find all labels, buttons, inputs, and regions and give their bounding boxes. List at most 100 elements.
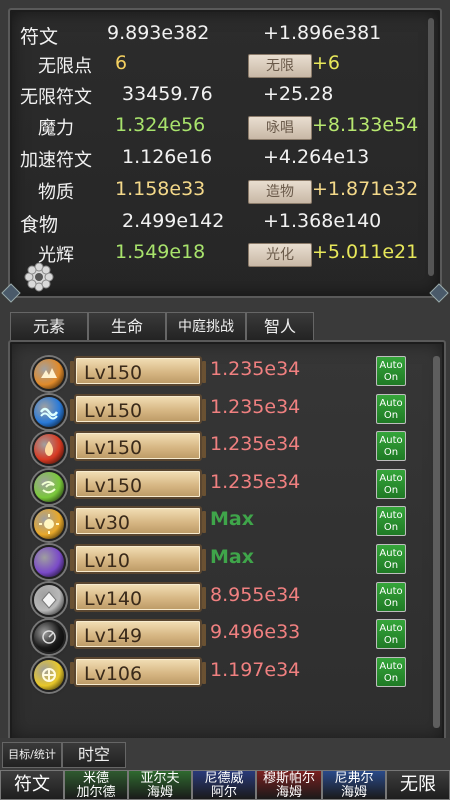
resource-rate: +1.871e32 <box>312 178 419 200</box>
auto-state: On <box>383 560 399 571</box>
auto-toggle-button[interactable]: Auto On <box>376 356 406 386</box>
auto-state: On <box>383 597 399 609</box>
resource-row-runes: 符文 9.893e382 +1.896e381 <box>10 22 430 52</box>
nav-label: 海姆 <box>146 785 173 800</box>
auto-label: Auto <box>379 472 403 484</box>
auto-toggle-button[interactable]: Auto On <box>376 468 406 499</box>
tab-life[interactable]: 生命 <box>88 312 166 342</box>
nav-infinity-button[interactable]: 无限 <box>386 770 450 800</box>
resource-panel: 符文 9.893e382 +1.896e381 无限点 6 无限 +6 无限符文… <box>8 8 442 298</box>
sun-element-icon <box>32 507 66 542</box>
nav-realm-4-button[interactable]: 穆斯帕尔 海姆 <box>256 770 322 800</box>
resource-row-mana: 魔力 1.324e56 咏唱 +8.133e54 <box>10 114 430 144</box>
nav-label: 米德 <box>82 771 109 786</box>
nav-realm-3-button[interactable]: 尼德威 阿尔 <box>192 770 256 800</box>
auto-label: Auto <box>379 510 403 522</box>
resource-value: 1.324e56 <box>115 114 206 136</box>
auto-toggle-button[interactable]: Auto On <box>376 506 406 537</box>
auto-state: On <box>383 635 399 647</box>
element-row: Lv10 Max Auto On <box>10 542 430 579</box>
auto-state: On <box>383 409 399 421</box>
auto-label: Auto <box>379 435 403 447</box>
resource-row-haste-runes: 加速符文 1.126e16 +4.264e13 <box>10 146 430 176</box>
infinity-button[interactable]: 无限 <box>248 54 312 78</box>
element-row: Lv30 Max Auto On <box>10 504 430 542</box>
tab-spacetime[interactable]: 时空 <box>62 742 126 768</box>
resource-rate: +6 <box>312 52 341 74</box>
illuminate-button[interactable]: 光化 <box>248 243 312 267</box>
auto-toggle-button[interactable]: Auto On <box>376 619 406 650</box>
level-up-button[interactable]: Lv10 <box>70 544 206 574</box>
resource-value: 6 <box>115 52 128 74</box>
auto-state: On <box>383 447 399 459</box>
wind-element-icon <box>32 469 66 504</box>
resource-row-radiance: 光辉 1.549e18 光化 +5.011e21 <box>10 241 430 271</box>
settings-gear-icon[interactable] <box>24 262 54 292</box>
tab-midgard-challenge[interactable]: 中庭挑战 <box>166 312 246 342</box>
nav-realm-1-button[interactable]: 米德 加尔德 <box>64 770 128 800</box>
element-value: Max <box>210 546 254 568</box>
metal-element-icon <box>32 582 66 617</box>
chant-button[interactable]: 咏唱 <box>248 116 312 140</box>
nav-runes-button[interactable]: 符文 <box>0 770 64 800</box>
resource-name: 食物 <box>20 214 59 236</box>
level-up-button[interactable]: Lv30 <box>70 506 206 537</box>
nav-label: 无限 <box>400 774 436 795</box>
light-element-icon <box>32 657 66 692</box>
auto-label: Auto <box>379 397 403 409</box>
element-row: Lv150 1.235e34 Auto On <box>10 467 430 504</box>
nav-label: 海姆 <box>340 785 367 800</box>
resource-name: 加速符文 <box>20 150 92 171</box>
fire-element-icon <box>32 432 66 467</box>
void-element-icon <box>32 620 66 655</box>
resource-row-infinity-runes: 无限符文 33459.76 +25.28 <box>10 83 430 113</box>
resource-rate: +1.896e381 <box>263 22 382 44</box>
element-row: Lv140 8.955e34 Auto On <box>10 580 430 617</box>
resource-value: 1.549e18 <box>115 241 206 263</box>
earth-element-icon <box>32 357 66 391</box>
tab-goals-stats[interactable]: 目标/统计 <box>2 742 62 768</box>
resource-rate: +25.28 <box>263 83 334 105</box>
auto-label: Auto <box>379 660 403 672</box>
element-row: Lv149 9.496e33 Auto On <box>10 617 430 655</box>
moon-element-icon <box>32 545 66 579</box>
resource-value: 1.126e16 <box>122 146 213 168</box>
auto-toggle-button[interactable]: Auto On <box>376 544 406 574</box>
level-up-button[interactable]: Lv150 <box>70 431 206 462</box>
level-up-button[interactable]: Lv150 <box>70 393 206 424</box>
level-up-button[interactable]: Lv106 <box>70 656 206 687</box>
resource-name: 物质 <box>38 182 74 203</box>
element-value: 1.235e34 <box>210 433 301 456</box>
element-row: Lv106 1.197e34 Auto On <box>10 655 430 692</box>
nav-label: 尼弗尔 <box>334 771 374 786</box>
auto-label: Auto <box>379 585 403 597</box>
auto-toggle-button[interactable]: Auto On <box>376 581 406 612</box>
corner-ornament-icon <box>1 283 21 303</box>
create-button[interactable]: 造物 <box>248 180 312 204</box>
resource-name: 无限符文 <box>20 87 92 108</box>
resource-row-food: 食物 2.499e142 +1.368e140 <box>10 210 430 240</box>
resource-rate: +5.011e21 <box>312 241 419 263</box>
corner-ornament-icon <box>429 283 449 303</box>
element-scrollbar[interactable] <box>433 356 440 728</box>
tab-homo-sapiens[interactable]: 智人 <box>246 312 314 342</box>
auto-toggle-button[interactable]: Auto On <box>376 431 406 462</box>
nav-realm-5-button[interactable]: 尼弗尔 海姆 <box>322 770 386 800</box>
nav-label: 符文 <box>14 774 50 795</box>
auto-toggle-button[interactable]: Auto On <box>376 656 406 687</box>
level-up-button[interactable]: Lv150 <box>70 468 206 499</box>
resource-value: 2.499e142 <box>122 210 225 232</box>
auto-toggle-button[interactable]: Auto On <box>376 393 406 424</box>
nav-realm-2-button[interactable]: 亚尔夫 海姆 <box>128 770 192 800</box>
element-value: 1.197e34 <box>210 658 301 681</box>
tab-elements[interactable]: 元素 <box>10 312 88 342</box>
element-value: 8.955e34 <box>210 583 301 606</box>
resource-name: 魔力 <box>38 118 74 139</box>
auto-state: On <box>383 484 399 496</box>
level-up-button[interactable]: Lv149 <box>70 619 206 650</box>
nav-label: 海姆 <box>275 785 302 800</box>
auto-state: On <box>383 522 399 534</box>
level-up-button[interactable]: Lv140 <box>70 581 206 612</box>
level-up-button[interactable]: Lv150 <box>70 356 206 386</box>
element-value: 1.235e34 <box>210 358 301 380</box>
